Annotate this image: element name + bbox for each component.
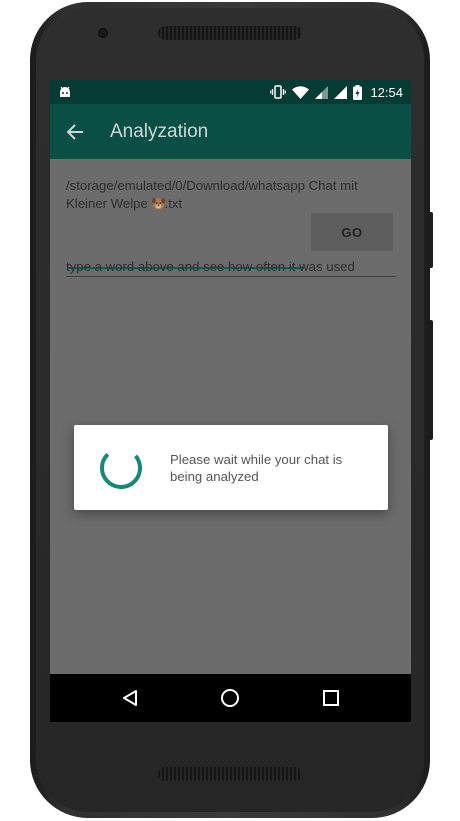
- front-camera: [98, 28, 108, 38]
- signal-icon: [334, 85, 348, 99]
- nav-recents-button[interactable]: [306, 674, 356, 722]
- home-circle-icon: [221, 689, 240, 707]
- status-bar: 12:54: [50, 80, 411, 104]
- android-icon: [60, 86, 70, 97]
- recents-square-icon: [322, 690, 339, 706]
- dog-face-emoji: [151, 197, 165, 210]
- status-icons: 12:54: [270, 84, 403, 100]
- volume-button: [428, 320, 433, 440]
- dialog-message: Please wait while your chat is being ana…: [170, 451, 343, 484]
- file-path: /storage/emulated/0/Download/whatsapp Ch…: [66, 177, 401, 213]
- go-button[interactable]: GO: [311, 213, 393, 251]
- bottom-speaker: [158, 767, 302, 781]
- page-title: Analyzation: [110, 120, 209, 142]
- main-content: /storage/emulated/0/Download/whatsapp Ch…: [50, 159, 411, 674]
- file-path-prefix: /storage/emulated/0/Download/whatsapp Ch…: [66, 178, 358, 211]
- battery-charging-icon: [353, 84, 363, 100]
- arrow-left-icon: [66, 123, 83, 140]
- phone-screen: 12:54 Analyzation /storage/emulated/0/Do…: [50, 80, 411, 722]
- vibrate-icon: [270, 85, 287, 99]
- hint-text: type a word above and see how often it w…: [66, 259, 396, 277]
- navigation-bar: [50, 674, 411, 722]
- back-button[interactable]: [50, 104, 100, 159]
- power-button: [428, 212, 433, 268]
- signal-icon: [315, 85, 329, 99]
- app-bar: Analyzation: [50, 104, 411, 159]
- file-path-suffix: .txt: [164, 196, 183, 211]
- wifi-icon: [292, 85, 310, 99]
- nav-home-button[interactable]: [205, 674, 255, 722]
- back-triangle-icon: [123, 690, 138, 706]
- top-speaker: [158, 26, 302, 40]
- loading-spinner-icon: [100, 446, 142, 489]
- nav-back-button[interactable]: [105, 674, 155, 722]
- progress-dialog: Please wait while your chat is being ana…: [74, 425, 388, 510]
- status-time: 12:54: [370, 84, 403, 100]
